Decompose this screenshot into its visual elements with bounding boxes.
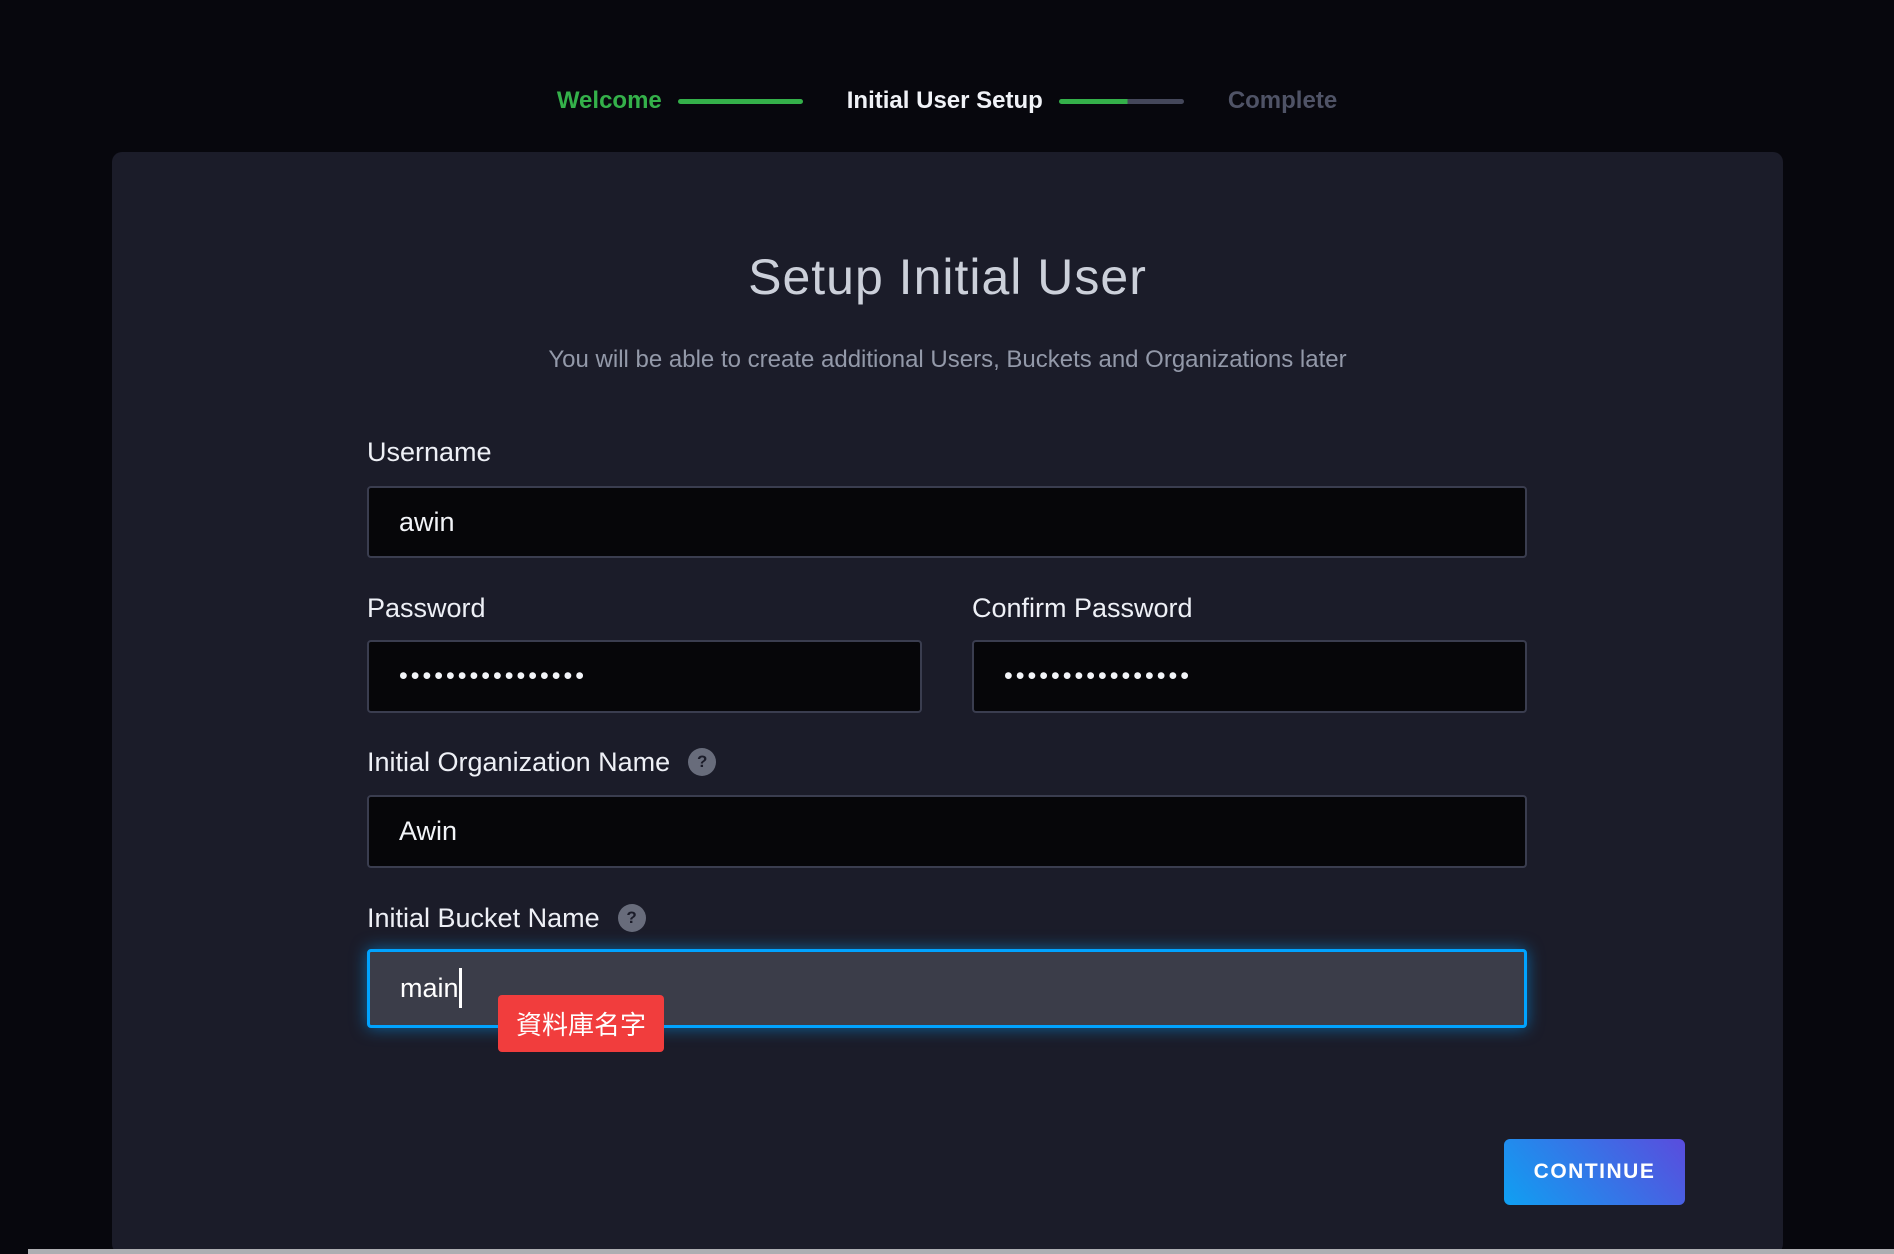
password-input[interactable] xyxy=(367,640,922,713)
username-label-row: Username xyxy=(367,436,492,468)
confirm-password-label-row: Confirm Password xyxy=(972,592,1193,624)
organization-help-icon[interactable]: ? xyxy=(688,748,716,776)
organization-label-row: Initial Organization Name ? xyxy=(367,746,716,778)
password-label-row: Password xyxy=(367,592,486,624)
bucket-label: Initial Bucket Name xyxy=(367,902,600,934)
username-input[interactable] xyxy=(367,486,1527,558)
step-complete: Complete xyxy=(1228,86,1337,116)
username-label: Username xyxy=(367,436,492,468)
onboarding-stepper: Welcome Initial User Setup Complete xyxy=(0,86,1894,116)
text-caret xyxy=(459,968,462,1008)
bucket-tooltip: 資料庫名字 xyxy=(498,995,664,1052)
bucket-help-icon[interactable]: ? xyxy=(618,904,646,932)
confirm-password-input[interactable] xyxy=(972,640,1527,713)
page-subtitle: You will be able to create additional Us… xyxy=(112,346,1783,374)
bucket-label-row: Initial Bucket Name ? xyxy=(367,902,646,934)
step-progress-line-done xyxy=(678,99,803,104)
step-initial-user-setup: Initial User Setup xyxy=(847,86,1043,116)
step-welcome: Welcome xyxy=(557,86,662,116)
password-label: Password xyxy=(367,592,486,624)
organization-input[interactable] xyxy=(367,795,1527,868)
confirm-password-label: Confirm Password xyxy=(972,592,1193,624)
os-taskbar-sliver xyxy=(28,1249,1894,1254)
setup-panel: Setup Initial User You will be able to c… xyxy=(112,152,1783,1254)
continue-button[interactable]: CONTINUE xyxy=(1504,1139,1685,1205)
organization-label: Initial Organization Name xyxy=(367,746,670,778)
page-title: Setup Initial User xyxy=(112,248,1783,306)
step-progress-line-current xyxy=(1059,99,1184,104)
